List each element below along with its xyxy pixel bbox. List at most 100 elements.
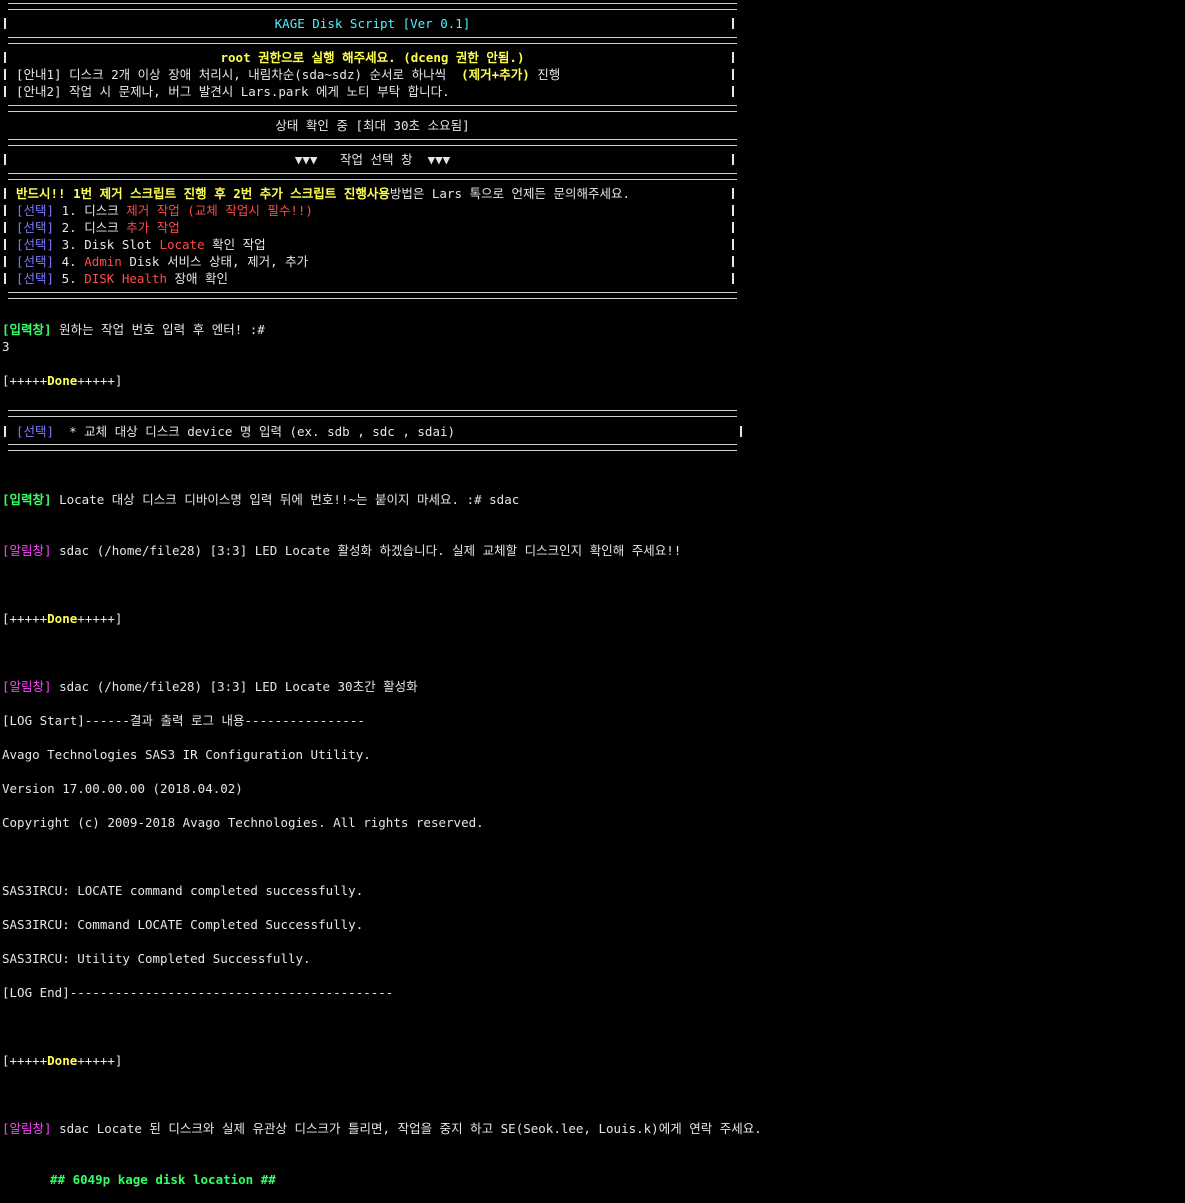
menu-warning-highlight: 반드시!! 1번 제거 스크립트 진행 후 2번 추가 스크립트 진행사용 xyxy=(16,186,390,201)
menu-item-suffix: 확인 작업 xyxy=(212,237,266,252)
log-line: Avago Technologies SAS3 IR Configuration… xyxy=(2,747,371,762)
menu-warning: 반드시!! 1번 제거 스크립트 진행 후 2번 추가 스크립트 진행사용방법은… xyxy=(16,185,630,202)
info1-highlight: (제거+추가) xyxy=(461,67,530,82)
menu-item-highlight: 제거 작업 (교체 작업시 필수!!) xyxy=(126,203,313,218)
menu-item-number: 3. xyxy=(61,237,77,252)
root-warning: root 권한으로 실행 해주세요. (dceng 권한 안됨.) xyxy=(220,50,525,65)
alert-text-2: sdac (/home/file28) [3:3] LED Locate 30초… xyxy=(51,679,418,694)
box-border-right xyxy=(732,86,734,97)
menu-item-4[interactable]: [선택] 4. Admin Disk 서비스 상태, 제거, 추가 xyxy=(16,253,308,270)
box-border-left xyxy=(4,154,6,165)
menu-item-5[interactable]: [선택] 5. DISK Health 장애 확인 xyxy=(16,270,228,287)
divider xyxy=(8,37,737,44)
select-tag: [선택] xyxy=(16,424,55,439)
box-border-left xyxy=(4,239,6,250)
device-select-line: [선택] * 교체 대상 디스크 device 명 입력 (ex. sdb , … xyxy=(16,423,455,440)
input-value[interactable]: 3 xyxy=(2,338,10,355)
alert-tag: [알림창] xyxy=(2,1121,52,1136)
box-border-right xyxy=(732,205,734,216)
divider-top xyxy=(8,3,737,10)
status-line: 상태 확인 중 [최대 30초 소요됨] xyxy=(275,118,470,133)
menu-item-highlight: DISK Health xyxy=(84,271,167,286)
done-word: Done xyxy=(47,1053,78,1068)
log-line: SAS3IRCU: LOCATE command completed succe… xyxy=(2,883,364,898)
menu-item-tag: [선택] xyxy=(16,220,55,235)
done-marker: [+++++Done+++++] xyxy=(2,1052,122,1069)
box-border-left xyxy=(4,52,6,63)
log-line: SAS3IRCU: Utility Completed Successfully… xyxy=(2,951,311,966)
menu-item-number: 1. xyxy=(61,203,77,218)
box-border-left xyxy=(4,222,6,233)
log-start: [LOG Start]------결과 출력 로그 내용------------… xyxy=(2,713,365,728)
info1-text: [안내1] 디스크 2개 이상 장애 처리시, 내림차순(sda~sdz) 순서… xyxy=(16,67,447,82)
divider xyxy=(8,444,737,451)
box-border-right xyxy=(732,69,734,80)
box-border-right xyxy=(732,239,734,250)
log-end: [LOG End]-------------------------------… xyxy=(2,985,394,1000)
menu-item-suffix: 장애 확인 xyxy=(174,271,229,286)
done-open: [+++++ xyxy=(2,611,48,626)
input-tag: [입력창] xyxy=(2,492,52,507)
alert-line-1: [알림창] sdac (/home/file28) [3:3] LED Loca… xyxy=(2,542,681,559)
menu-item-number: 5. xyxy=(61,271,77,286)
input-prompt-2: Locate 대상 디스크 디바이스명 입력 뒤에 번호!!~는 붙이지 마세요… xyxy=(59,492,520,507)
divider xyxy=(8,139,737,146)
menu-item-tag: [선택] xyxy=(16,237,55,252)
menu-item-tag: [선택] xyxy=(16,254,55,269)
box-border-left xyxy=(4,86,6,97)
alert-text-1: sdac (/home/file28) [3:3] LED Locate 활성화… xyxy=(51,543,682,558)
divider xyxy=(8,173,737,180)
box-border-left xyxy=(4,69,6,80)
alert-line-2: [알림창] sdac (/home/file28) [3:3] LED Loca… xyxy=(2,678,418,695)
done-open: [+++++ xyxy=(2,1053,48,1068)
input-tag: [입력창] xyxy=(2,322,52,337)
log-line: Version 17.00.00.00 (2018.04.02) xyxy=(2,781,243,796)
box-border-left xyxy=(4,205,6,216)
menu-item-tag: [선택] xyxy=(16,203,55,218)
box-border-left xyxy=(4,188,6,199)
menu-title: ▼▼▼ 작업 선택 창 ▼▼▼ xyxy=(294,152,451,167)
menu-item-highlight: Admin xyxy=(84,254,122,269)
menu-item-number: 2. xyxy=(61,220,77,235)
done-close: +++++] xyxy=(77,611,123,626)
menu-item-2[interactable]: [선택] 2. 디스크 추가 작업 xyxy=(16,219,180,236)
log-line: Copyright (c) 2009-2018 Avago Technologi… xyxy=(2,815,484,830)
done-word: Done xyxy=(47,611,78,626)
done-close: +++++] xyxy=(77,373,123,388)
menu-item-3[interactable]: [선택] 3. Disk Slot Locate 확인 작업 xyxy=(16,236,266,253)
info-line-1: [안내1] 디스크 2개 이상 장애 처리시, 내림차순(sda~sdz) 순서… xyxy=(16,66,560,83)
menu-item-1[interactable]: [선택] 1. 디스크 제거 작업 (교체 작업시 필수!!) xyxy=(16,202,313,219)
script-title: KAGE Disk Script [Ver 0.1] xyxy=(274,16,471,31)
input-line-2: [입력창] Locate 대상 디스크 디바이스명 입력 뒤에 번호!!~는 붙… xyxy=(2,491,519,508)
box-border-left xyxy=(4,273,6,284)
menu-item-text: 디스크 xyxy=(84,220,119,235)
location-heading: ## 6049p kage disk location ## xyxy=(50,1172,276,1187)
menu-item-text: 디스크 xyxy=(84,203,119,218)
box-border-right xyxy=(732,273,734,284)
box-border-left xyxy=(4,256,6,267)
alert-tag: [알림창] xyxy=(2,543,52,558)
log-line: SAS3IRCU: Command LOCATE Completed Succe… xyxy=(2,917,364,932)
alert-text-3: sdac Locate 된 디스크와 실제 유관상 디스크가 틀리면, 작업을 … xyxy=(51,1121,762,1136)
divider xyxy=(8,105,737,112)
box-border-right xyxy=(740,426,742,437)
info-line-2: [안내2] 작업 시 문제나, 버그 발견시 Lars.park 에게 노티 부… xyxy=(16,84,450,99)
menu-item-tag: [선택] xyxy=(16,271,55,286)
done-open: [+++++ xyxy=(2,373,48,388)
done-marker: [+++++Done+++++] xyxy=(2,372,122,389)
alert-line-3: [알림창] sdac Locate 된 디스크와 실제 유관상 디스크가 틀리면… xyxy=(2,1120,762,1137)
box-border-right xyxy=(732,256,734,267)
done-marker: [+++++Done+++++] xyxy=(2,610,122,627)
box-border-right xyxy=(732,188,734,199)
device-select-text: * 교체 대상 디스크 device 명 입력 (ex. sdb , sdc ,… xyxy=(54,424,456,439)
menu-item-text: Disk Slot xyxy=(84,237,152,252)
box-border-right xyxy=(732,222,734,233)
menu-item-number: 4. xyxy=(61,254,77,269)
input-line-1: [입력창] 원하는 작업 번호 입력 후 엔터! :# xyxy=(2,321,265,338)
divider xyxy=(8,410,737,417)
info1-suffix: 진행 xyxy=(537,67,561,82)
alert-tag: [알림창] xyxy=(2,679,52,694)
box-border-left xyxy=(4,18,6,29)
input-prompt: 원하는 작업 번호 입력 후 엔터! :# xyxy=(59,322,265,337)
done-close: +++++] xyxy=(77,1053,123,1068)
